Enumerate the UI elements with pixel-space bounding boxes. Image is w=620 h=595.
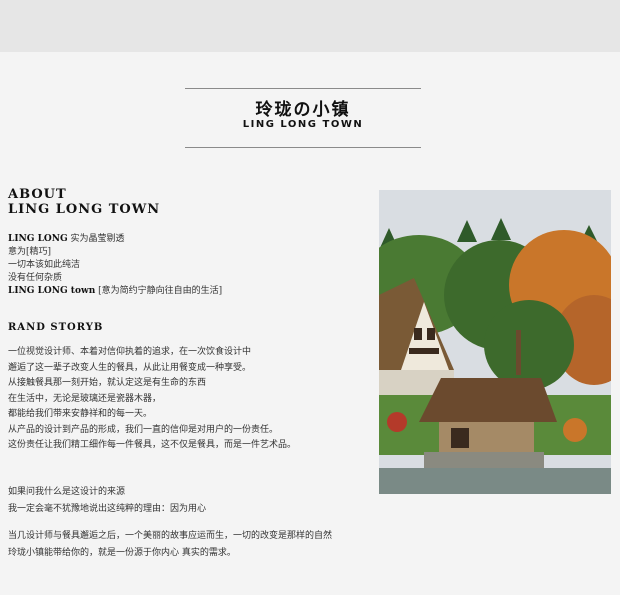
- ending-line: 玲珑小镇能带给你的，就是一份源于你内心 真实的需求。: [8, 548, 236, 558]
- intro-line: LING LONG town [意为简约宁静向往自由的生活]: [8, 285, 222, 298]
- house-window: [427, 328, 435, 340]
- brand-story-text: 一位视觉设计师、本着对信仰执着的追求，在一次饮食设计中 邂逅了这一辈子改变人生的…: [8, 345, 296, 454]
- thatched-village-photo: [379, 190, 611, 494]
- pine-trunk: [516, 330, 521, 375]
- header-rule-top: [185, 88, 421, 89]
- intro-line-text: 实为晶莹剔透: [67, 234, 125, 244]
- intro-line: 没有任何杂质: [8, 272, 222, 285]
- hut-roof: [419, 378, 557, 422]
- question-line: 我一定会毫不犹豫地说出这纯粹的理由：因为用心: [8, 504, 207, 514]
- house-window: [414, 328, 422, 340]
- intro-line: 意为[精巧]: [8, 246, 222, 259]
- intro-line-text: 意为[精巧]: [8, 247, 52, 257]
- pond: [379, 468, 611, 494]
- intro-line-text: 没有任何杂质: [8, 273, 63, 283]
- ending-text: 当几设计师与餐具邂逅之后，一个美丽的故事应运而生，一切的改变是那样的自然 玲珑小…: [8, 528, 332, 562]
- story-line: 都能给我们带来安静祥和的每一天。: [8, 409, 153, 419]
- about-heading: ABOUT LING LONG TOWN: [8, 187, 160, 217]
- top-bar: [0, 0, 620, 52]
- story-line: 邂逅了这一辈子改变人生的餐具，从此让用餐变成一种享受。: [8, 362, 252, 373]
- question-line: 如果问我什么是这设计的来源: [8, 487, 126, 497]
- header-rule-bottom: [185, 147, 421, 148]
- story-line: 从接触餐具那一刻开始，就认定这是有生命的东西: [8, 378, 207, 388]
- village-illustration: [379, 190, 611, 494]
- intro-line-text: 一切本该如此纯洁: [8, 260, 81, 270]
- house-beam: [409, 348, 439, 354]
- story-line: 这份责任让我们精工细作每一件餐具，这不仅是餐具，而是一件艺术品。: [8, 440, 297, 450]
- pine-tree: [484, 300, 574, 390]
- intro-line-text: [意为简约宁静向往自由的生活]: [95, 286, 223, 296]
- intro-line: 一切本该如此纯洁: [8, 259, 222, 272]
- brand-story-heading: RAND STORYB: [8, 322, 104, 333]
- orange-shrub: [563, 418, 587, 442]
- question-text: 如果问我什么是这设计的来源 我一定会毫不犹豫地说出这纯粹的理由：因为用心: [8, 484, 206, 518]
- about-heading-line2: LING LONG TOWN: [8, 202, 161, 217]
- intro-text: LING LONG 实为晶莹剔透 意为[精巧] 一切本该如此纯洁 没有任何杂质 …: [8, 233, 222, 298]
- story-line: 在生活中，无论是玻璃还是瓷器木器，: [8, 393, 162, 404]
- story-line: 一位视觉设计师、本着对信仰执着的追求，在一次饮食设计中: [8, 347, 252, 357]
- brand-title-en: LING LONG TOWN: [242, 119, 364, 130]
- hut-door: [451, 428, 469, 448]
- ending-line: 当几设计师与餐具邂逅之后，一个美丽的故事应运而生，一切的改变是那样的自然: [8, 531, 333, 541]
- story-line: 从产品的设计到产品的形成，我们一直的信仰是对用户的一份责任。: [8, 424, 279, 435]
- red-shrub: [387, 412, 407, 432]
- intro-bold: LING LONG town: [8, 286, 96, 296]
- intro-bold: LING LONG: [8, 234, 68, 244]
- intro-line: LING LONG 实为晶莹剔透: [8, 233, 222, 246]
- stone-base: [424, 452, 544, 468]
- brand-title-cn: 玲珑の小镇: [255, 100, 351, 120]
- about-heading-line1: ABOUT: [8, 187, 67, 202]
